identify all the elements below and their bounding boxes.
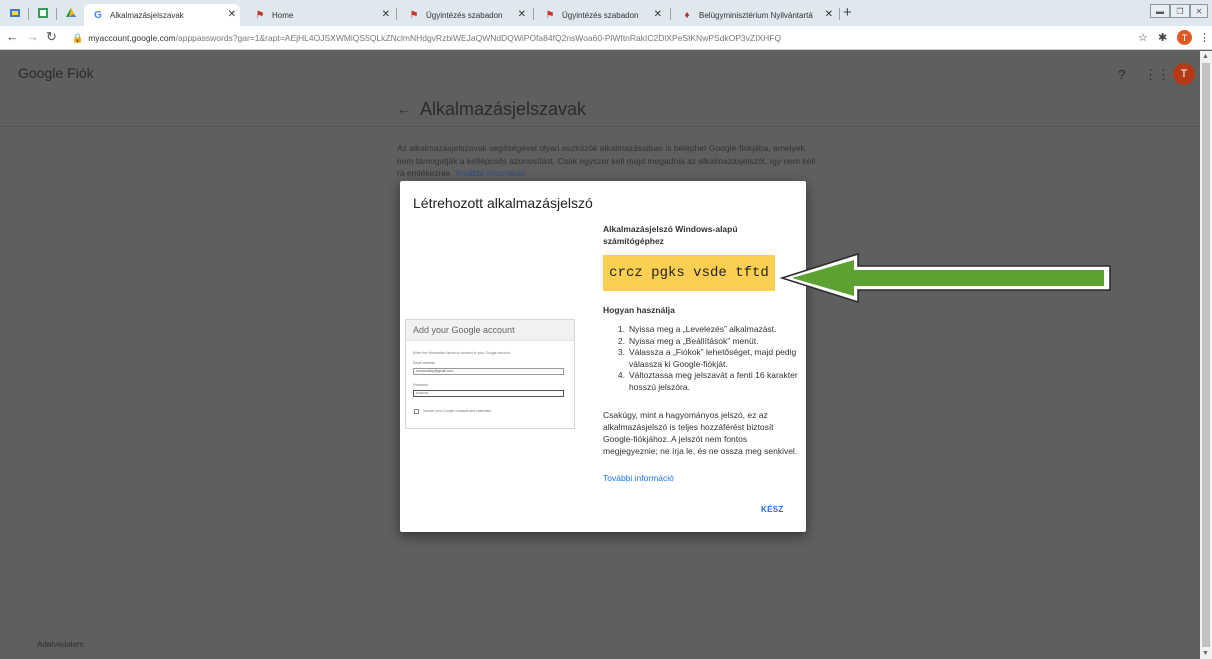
scroll-thumb[interactable] [1202,63,1210,647]
tab-home[interactable]: ⚑ Home ✕ [244,4,394,26]
device-label: Alkalmazásjelszó Windows-alapú számítógé… [603,224,738,246]
maximize-button[interactable]: ❐ [1170,4,1190,18]
close-window-button[interactable]: ✕ [1190,4,1208,18]
extensions-icon[interactable]: ✱ [1158,31,1167,44]
step-item: 2. Nyissa meg a „Beállítások” menüt. [603,336,798,348]
tab-title: Belügyminisztérium Nyilvántartá [699,10,813,20]
illustration-password-label: Password [413,383,429,387]
pinned-tab-icon[interactable] [8,6,22,20]
close-tab-icon[interactable]: ✕ [382,9,390,20]
tab-ugyintezes-1[interactable]: ⚑ Ügyintézés szabadon ✕ [400,4,530,26]
minimize-button[interactable]: ▬ [1150,4,1170,18]
crest-favicon-icon: ♦ [684,9,690,21]
illustration-password-field: •••••••••• [413,390,564,397]
page-scrollbar[interactable]: ▲ ▼ [1200,51,1212,659]
scroll-up-icon[interactable]: ▲ [1202,53,1209,60]
illustration-email-label: Email address [413,361,436,365]
done-button[interactable]: KÉSZ [761,505,784,514]
step-text: Nyissa meg a „Beállítások” menüt. [629,335,759,346]
scroll-down-icon[interactable]: ▼ [1202,650,1209,657]
help-icon[interactable]: ? [1118,67,1125,82]
tab-title: Alkalmazásjelszavak [110,10,184,20]
google-favicon-icon: G [94,9,102,21]
step-number: 3. [617,347,625,357]
tab-alkalmazasjelszavak[interactable]: G Alkalmazásjelszavak ✕ [84,4,240,26]
bookmark-star-icon[interactable]: ☆ [1138,31,1148,44]
tab-title: Ügyintézés szabadon [562,10,639,20]
close-tab-icon[interactable]: ✕ [518,9,526,20]
privacy-link[interactable]: Adatvédelem [37,640,84,649]
url-path: /apppasswords?gar=1&rapt=AEjHL4OJSXWMiQS… [175,33,782,43]
illustration-title: Add your Google account [406,320,574,341]
menu-dots-icon[interactable]: ⋮ [1199,31,1210,44]
step-item: 3. Válassza a „Fiókok” lehetőséget, majd … [603,347,798,370]
howto-title: Hogyan használja [603,305,675,315]
add-account-illustration: Add your Google account Enter the inform… [405,319,575,429]
url-host: myaccount.google.com [88,33,176,43]
generated-password-dialog: Létrehozott alkalmazásjelszó Add your Go… [400,181,806,532]
pinned-tab-icon[interactable] [64,6,78,20]
flag-favicon-icon: ⚑ [409,9,419,21]
flag-favicon-icon: ⚑ [255,9,265,21]
tab-strip: G Alkalmazásjelszavak ✕ ⚑ Home ✕ ⚑ Ügyin… [0,0,1212,26]
tab-separator [670,8,671,20]
illustration-email-field: veruxesaby@gmail.com [413,368,564,375]
close-tab-icon[interactable]: ✕ [228,9,236,20]
tab-title: Ügyintézés szabadon [426,10,503,20]
drive-icon [66,8,76,17]
step-item: 4. Változtassa meg jelszavát a fenti 16 k… [603,370,798,393]
browser-toolbar: ← → ↻ 🔒 myaccount.google.com/apppassword… [0,26,1212,50]
app-icon [10,9,20,17]
intro-more-link[interactable]: További információ [455,168,526,178]
forward-button[interactable]: → [26,29,39,44]
step-number: 4. [617,370,625,380]
tab-ugyintezes-2[interactable]: ⚑ Ügyintézés szabadon ✕ [536,4,666,26]
step-item: 1. Nyissa meg a „Levelezés” alkalmazást. [603,324,798,336]
instruction-steps: 1. Nyissa meg a „Levelezés” alkalmazást. … [603,324,798,393]
back-arrow-icon[interactable]: ← [396,101,412,119]
step-text: Változtassa meg jelszavát a fenti 16 kar… [629,370,798,392]
sheet-icon [38,8,48,18]
tab-separator [396,8,397,20]
dialog-title: Létrehozott alkalmazásjelszó [413,195,593,211]
generated-password: crcz pgks vsde tftd [603,255,775,291]
tab-separator [28,8,29,20]
google-account-logo[interactable]: Google Fiók [18,65,94,81]
illustration-checkbox [414,409,419,414]
tab-belugyminiszterium[interactable]: ♦ Belügyminisztérium Nyilvántartá ✕ [673,4,837,26]
close-tab-icon[interactable]: ✕ [654,9,662,20]
new-tab-button[interactable]: + [843,4,852,21]
flag-favicon-icon: ⚑ [545,9,555,21]
logo-google: Google [18,65,64,81]
dialog-more-link[interactable]: További információ [603,473,674,483]
annotation-arrow [779,252,1111,304]
intro-text: Az alkalmazásjelszavak segítségével olya… [397,142,822,180]
close-tab-icon[interactable]: ✕ [825,9,833,20]
lock-icon: 🔒 [72,32,84,43]
illustration-checkbox-label: Include your Google contacts and calenda… [423,409,492,413]
page-title: Alkalmazásjelszavak [420,99,587,119]
security-notice: Csakúgy, mint a hagyományos jelszó, ez a… [603,410,798,456]
tab-separator [839,8,840,20]
pinned-tab-icon[interactable] [36,6,50,20]
reload-button[interactable]: ↻ [46,29,57,45]
back-button[interactable]: ← [6,29,19,44]
browser-profile-avatar[interactable]: T [1177,30,1192,45]
illustration-instruction: Enter the information below to connect t… [413,351,511,355]
step-number: 2. [617,335,625,346]
step-number: 1. [617,324,625,334]
account-avatar[interactable]: T [1173,63,1195,85]
logo-product: Fiók [67,65,94,81]
tab-title: Home [272,10,294,20]
address-bar[interactable]: 🔒 myaccount.google.com/apppasswords?gar=… [70,29,1130,47]
tab-separator [533,8,534,20]
google-account-header: Google Fiók ? ⋮⋮⋮ T ← Alkalmazásjelszavak [0,51,1200,127]
step-text: Nyissa meg a „Levelezés” alkalmazást. [629,324,777,334]
tab-separator [56,8,57,20]
step-text: Válassza a „Fiókok” lehetőséget, majd pe… [629,347,797,369]
